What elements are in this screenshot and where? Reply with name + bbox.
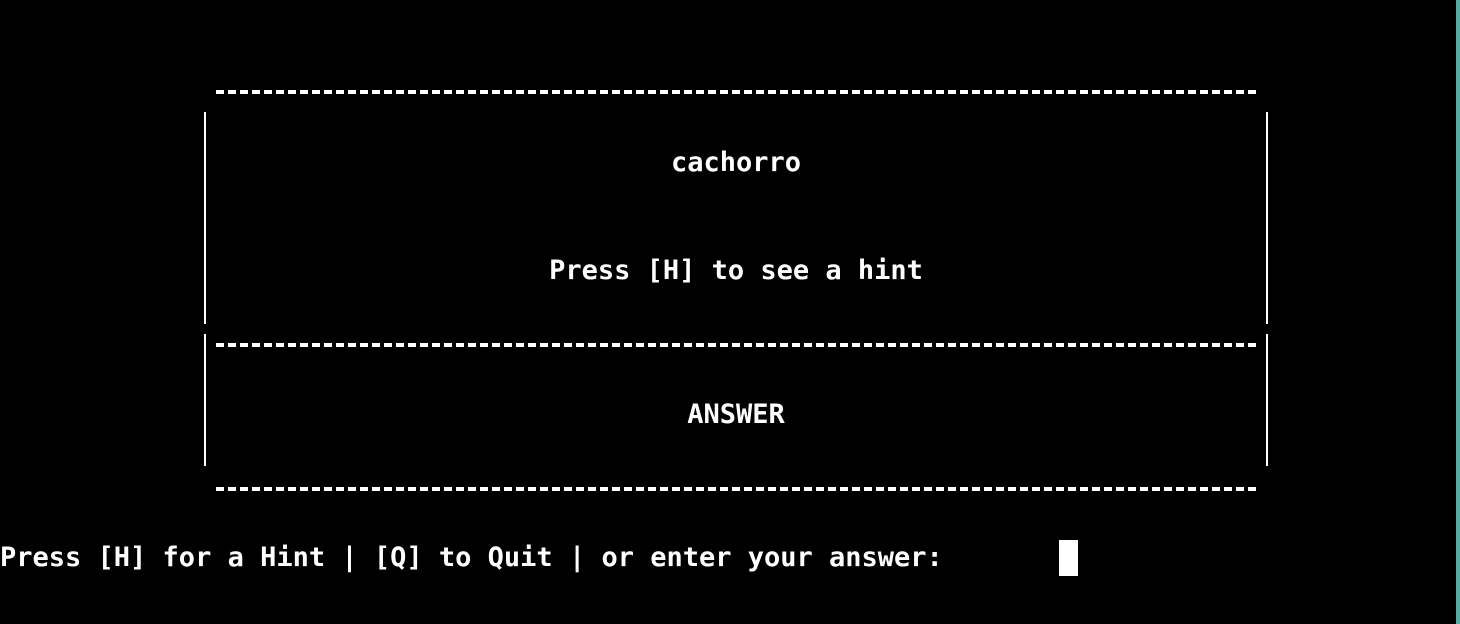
command-prompt: Press [H] for a Hint | [Q] to Quit | or …	[0, 542, 960, 573]
card-right-border-upper	[1266, 112, 1268, 324]
card-left-border-upper	[204, 112, 206, 324]
answer-label: ANSWER	[687, 399, 785, 430]
flashcard-word: cachorro	[670, 147, 802, 178]
card-top-border	[216, 90, 1256, 98]
card-divider	[216, 343, 1256, 351]
hint-instruction: Press [H] to see a hint	[549, 255, 923, 286]
terminal-window: cachorro Press [H] to see a hint ANSWER …	[0, 0, 1456, 624]
card-bottom-border	[216, 487, 1256, 495]
window-edge	[1456, 0, 1460, 624]
answer-input-cursor[interactable]	[1059, 540, 1078, 576]
